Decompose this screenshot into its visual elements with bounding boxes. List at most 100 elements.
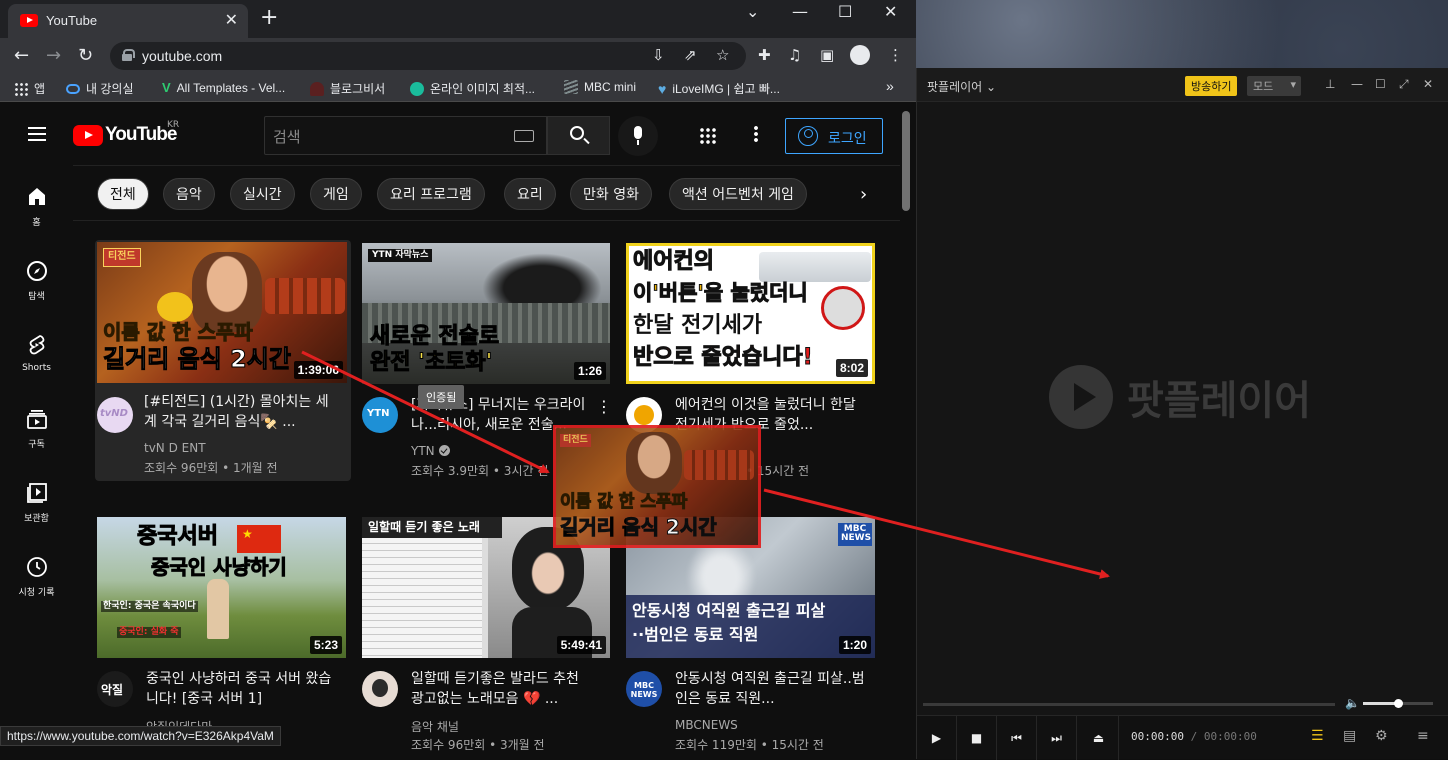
close-window-button[interactable]: ✕ xyxy=(1423,77,1433,91)
chip-cooking[interactable]: 요리 xyxy=(504,178,556,210)
minimize-button[interactable]: — xyxy=(1351,77,1363,91)
channel-avatar[interactable]: MBC NEWS xyxy=(626,671,662,707)
channel-avatar[interactable]: YTN xyxy=(362,397,398,433)
volume-knob[interactable] xyxy=(1394,699,1403,708)
eject-button[interactable]: ⏏ xyxy=(1079,716,1119,760)
fullscreen-icon[interactable]: ⤢ xyxy=(1399,77,1409,92)
volume-icon[interactable]: 🔈 xyxy=(1345,696,1360,710)
chapter-list-icon[interactable]: ▤ xyxy=(1343,728,1356,744)
search-button[interactable] xyxy=(547,116,610,155)
channel-name[interactable]: 음악 채널 xyxy=(411,718,459,735)
video-thumbnail[interactable]: 중국서버 ★ 중국인 사냥하기 한국인: 중국은 속국이다 중국인: 실화 죽 … xyxy=(97,517,346,658)
video-title[interactable]: 중국인 사냥하러 중국 서버 왔습니다! [중국 서버 1] xyxy=(146,669,336,709)
youtube-logo-text[interactable]: YouTube xyxy=(105,124,177,146)
video-title[interactable]: [#티전드] (1시간) 몰아치는 세계 각국 길거리 음식🍢 ... xyxy=(144,392,334,432)
settings-gear-icon[interactable]: ⚙ xyxy=(1375,728,1388,744)
bookmark-apps[interactable]: 앱 xyxy=(14,80,45,97)
side-panel-icon[interactable]: ▣ xyxy=(820,46,834,64)
pin-icon[interactable]: ⊥ xyxy=(1325,77,1335,91)
main-menu-icon[interactable]: ≡ xyxy=(1417,728,1429,744)
guide-item-library[interactable]: 보관함 xyxy=(0,481,73,524)
search-box[interactable]: 검색 xyxy=(264,116,547,155)
guide-item-explore[interactable]: 탐색 xyxy=(0,259,73,302)
play-button[interactable]: ▶ xyxy=(917,716,957,760)
bookmark-iloveimg[interactable]: ♥ iLoveIMG | 쉽고 빠... xyxy=(658,80,780,97)
new-tab-button[interactable]: + xyxy=(260,7,278,29)
minimize-button[interactable]: — xyxy=(792,2,808,21)
bookmark-star-icon[interactable]: ☆ xyxy=(716,46,729,64)
youtube-apps-icon[interactable] xyxy=(699,127,717,145)
tab-youtube[interactable]: YouTube ✕ xyxy=(8,4,248,38)
channel-name[interactable]: YTN xyxy=(411,444,450,458)
settings-menu-icon[interactable] xyxy=(754,125,758,143)
bookmarks-overflow-button[interactable]: » xyxy=(886,78,894,94)
extensions-icon[interactable]: ✚ xyxy=(758,46,771,64)
mode-dropdown[interactable]: 모드 ▾ xyxy=(1247,76,1301,96)
video-thumbnail[interactable]: 티전드 이름 값 한 스푸파 길거리 음식 2시간 1:39:06 xyxy=(97,242,347,383)
profile-avatar-icon[interactable] xyxy=(850,45,870,65)
video-title[interactable]: 일할때 듣기좋은 발라드 추천 광고없는 노래모음 💔 ... xyxy=(411,669,591,709)
voice-search-button[interactable] xyxy=(618,116,658,156)
search-input[interactable]: 검색 xyxy=(273,126,301,147)
video-card[interactable]: 티전드 이름 값 한 스푸파 길거리 음식 2시간 1:39:06 tvND [… xyxy=(95,240,351,481)
install-app-icon[interactable]: ⇩ xyxy=(652,46,665,64)
guide-item-subscriptions[interactable]: 구독 xyxy=(0,407,73,450)
potplayer-menu-button[interactable]: 팟플레이어 ⌄ xyxy=(927,78,996,95)
guide-item-home[interactable]: 홈 xyxy=(0,185,73,228)
share-icon[interactable]: ⇗ xyxy=(684,46,697,64)
chip-all[interactable]: 전체 xyxy=(97,178,149,210)
chip-games[interactable]: 게임 xyxy=(310,178,362,210)
channel-avatar[interactable] xyxy=(362,671,398,707)
keyboard-icon[interactable] xyxy=(514,130,534,142)
back-button[interactable]: ← xyxy=(14,45,29,66)
volume-slider[interactable] xyxy=(1363,699,1433,708)
playlist-search-icon[interactable]: ☰ xyxy=(1311,728,1324,744)
chip-music[interactable]: 음악 xyxy=(163,178,215,210)
reload-button[interactable]: ↻ xyxy=(78,45,93,66)
video-card[interactable]: 일할때 듣기 좋은 노래 5:49:41 일할때 듣기좋은 발라드 추천 광고없… xyxy=(362,517,618,753)
guide-item-history[interactable]: 시청 기록 xyxy=(0,555,73,598)
previous-button[interactable]: ⏮ xyxy=(997,716,1037,760)
chips-next-arrow-icon[interactable]: › xyxy=(860,184,867,205)
close-tab-icon[interactable]: ✕ xyxy=(225,10,238,29)
video-card[interactable]: 중국서버 ★ 중국인 사냥하기 한국인: 중국은 속국이다 중국인: 실화 죽 … xyxy=(97,517,353,737)
video-action-menu-icon[interactable]: ⋮ xyxy=(596,397,612,416)
seek-bar[interactable] xyxy=(923,703,1335,706)
channel-avatar[interactable]: tvND xyxy=(97,397,133,433)
tab-search-chevron-icon[interactable]: ⌄ xyxy=(746,2,759,21)
media-controls-icon[interactable]: ♫ xyxy=(788,46,801,64)
channel-name[interactable]: MBCNEWS xyxy=(675,718,738,732)
video-title[interactable]: 안동시청 여직원 출근길 피살..범인은 동료 직원... xyxy=(675,669,865,709)
next-button[interactable]: ⏭ xyxy=(1037,716,1077,760)
bookmark-mbc-mini[interactable]: MBC mini xyxy=(564,80,636,94)
close-window-button[interactable]: ✕ xyxy=(884,2,897,21)
bookmark-all-templates[interactable]: V All Templates - Vel... xyxy=(162,80,285,95)
chip-cooking-shows[interactable]: 요리 프로그램 xyxy=(377,178,485,210)
bookmark-blog-assistant[interactable]: 블로그비서 xyxy=(310,80,385,97)
chip-action-adventure-games[interactable]: 액션 어드벤처 게임 xyxy=(669,178,807,210)
thumbnail-badge: YTN 자막뉴스 xyxy=(368,249,433,263)
video-card[interactable]: MBC NEWS 안동시청 여직원 출근길 피살 ··범인은 동료 직원 1:2… xyxy=(626,517,882,753)
chrome-menu-icon[interactable]: ⋮ xyxy=(888,46,903,64)
video-thumbnail[interactable]: YTN 자막뉴스 새로운 전술로 완전 '초토화' 1:26 xyxy=(362,243,610,384)
video-thumbnail[interactable]: 에어컨의 이'버튼'을 눌렀더니 한달 전기세가 반으로 줄었습니다! 8:02 xyxy=(626,243,875,384)
channel-avatar[interactable]: 악질 xyxy=(97,671,133,707)
lock-icon[interactable] xyxy=(122,49,135,61)
guide-menu-icon[interactable] xyxy=(28,127,46,141)
broadcast-button[interactable]: 방송하기 xyxy=(1185,76,1238,96)
maximize-button[interactable]: ☐ xyxy=(1375,77,1386,91)
page-scrollbar[interactable] xyxy=(902,111,910,211)
chip-animation[interactable]: 만화 영화 xyxy=(570,178,652,210)
stop-button[interactable]: ■ xyxy=(957,716,997,760)
maximize-button[interactable]: ☐ xyxy=(838,2,852,21)
channel-name[interactable]: tvN D ENT xyxy=(144,441,206,455)
forward-button[interactable]: → xyxy=(46,45,61,66)
bookmark-my-classroom[interactable]: 내 강의실 xyxy=(66,80,134,97)
bookmark-image-optimizer[interactable]: 온라인 이미지 최적... xyxy=(410,80,535,97)
chip-live[interactable]: 실시간 xyxy=(230,178,295,210)
history-icon xyxy=(26,557,47,577)
guide-item-shorts[interactable]: Shorts xyxy=(0,333,73,373)
login-button[interactable]: 로그인 xyxy=(785,118,883,154)
youtube-logo-icon[interactable] xyxy=(73,125,103,146)
address-bar[interactable]: youtube.com ⇩ ⇗ ☆ xyxy=(110,42,746,70)
